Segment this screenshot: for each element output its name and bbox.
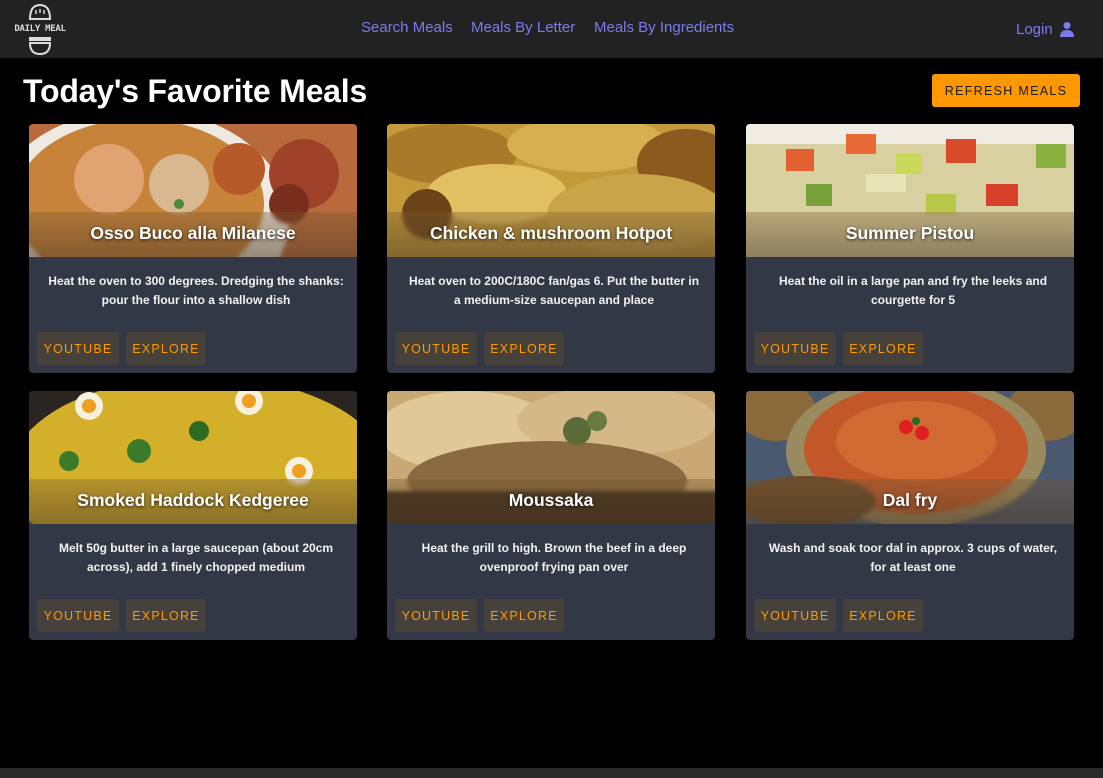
meal-card: Dal fry Wash and soak toor dal in approx…: [746, 391, 1074, 640]
explore-button[interactable]: EXPLORE: [484, 332, 564, 365]
explore-button[interactable]: EXPLORE: [484, 599, 564, 632]
meal-title: Summer Pistou: [845, 223, 975, 243]
refresh-meals-button[interactable]: REFRESH MEALS: [932, 74, 1080, 107]
meal-description: Heat the grill to high. Brown the beef i…: [421, 541, 687, 574]
meal-card: Summer Pistou Heat the oil in a large pa…: [746, 124, 1074, 373]
meal-card: Osso Buco alla Milanese Heat the oven to…: [29, 124, 357, 373]
meal-description: Melt 50g butter in a large saucepan (abo…: [58, 541, 334, 574]
explore-button[interactable]: EXPLORE: [843, 599, 923, 632]
footer-bar: [0, 768, 1103, 778]
meal-description: Heat the oil in a large pan and fry the …: [778, 274, 1048, 307]
navbar: DAILY MEAL Search Meals Meals By Letter …: [0, 0, 1103, 58]
youtube-button[interactable]: YOUTUBE: [37, 332, 119, 365]
meal-description: Wash and soak toor dal in approx. 3 cups…: [768, 541, 1058, 574]
youtube-button[interactable]: YOUTUBE: [395, 332, 477, 365]
meal-description: Heat the oven to 300 degrees. Dredging t…: [48, 274, 344, 307]
meal-title: Osso Buco alla Milanese: [90, 223, 296, 243]
explore-button[interactable]: EXPLORE: [843, 332, 923, 365]
login-label: Login: [1016, 20, 1053, 38]
meal-description: Heat oven to 200C/180C fan/gas 6. Put th…: [408, 274, 700, 307]
meal-title: Smoked Haddock Kedgeree: [77, 490, 309, 510]
nav-search-meals[interactable]: Search Meals: [361, 19, 453, 36]
meal-title: Moussaka: [508, 490, 594, 510]
youtube-button[interactable]: YOUTUBE: [395, 599, 477, 632]
nav-links: Search Meals Meals By Letter Meals By In…: [0, 0, 1103, 58]
youtube-button[interactable]: YOUTUBE: [754, 599, 836, 632]
meal-title: Dal fry: [882, 490, 938, 510]
page-title: Today's Favorite Meals: [23, 73, 368, 109]
explore-button[interactable]: EXPLORE: [126, 599, 206, 632]
meal-card: Chicken & mushroom Hotpot Heat oven to 2…: [387, 124, 715, 373]
meal-card: Smoked Haddock Kedgeree Melt 50g butter …: [29, 391, 357, 640]
login-button[interactable]: Login: [1016, 19, 1075, 39]
meal-title: Chicken & mushroom Hotpot: [429, 223, 673, 243]
meal-card: Moussaka Heat the grill to high. Brown t…: [387, 391, 715, 640]
nav-meals-by-ingredients[interactable]: Meals By Ingredients: [594, 19, 734, 36]
nav-meals-by-letter[interactable]: Meals By Letter: [471, 19, 575, 36]
user-icon: [1059, 22, 1074, 37]
youtube-button[interactable]: YOUTUBE: [37, 599, 119, 632]
explore-button[interactable]: EXPLORE: [126, 332, 206, 365]
youtube-button[interactable]: YOUTUBE: [754, 332, 836, 365]
